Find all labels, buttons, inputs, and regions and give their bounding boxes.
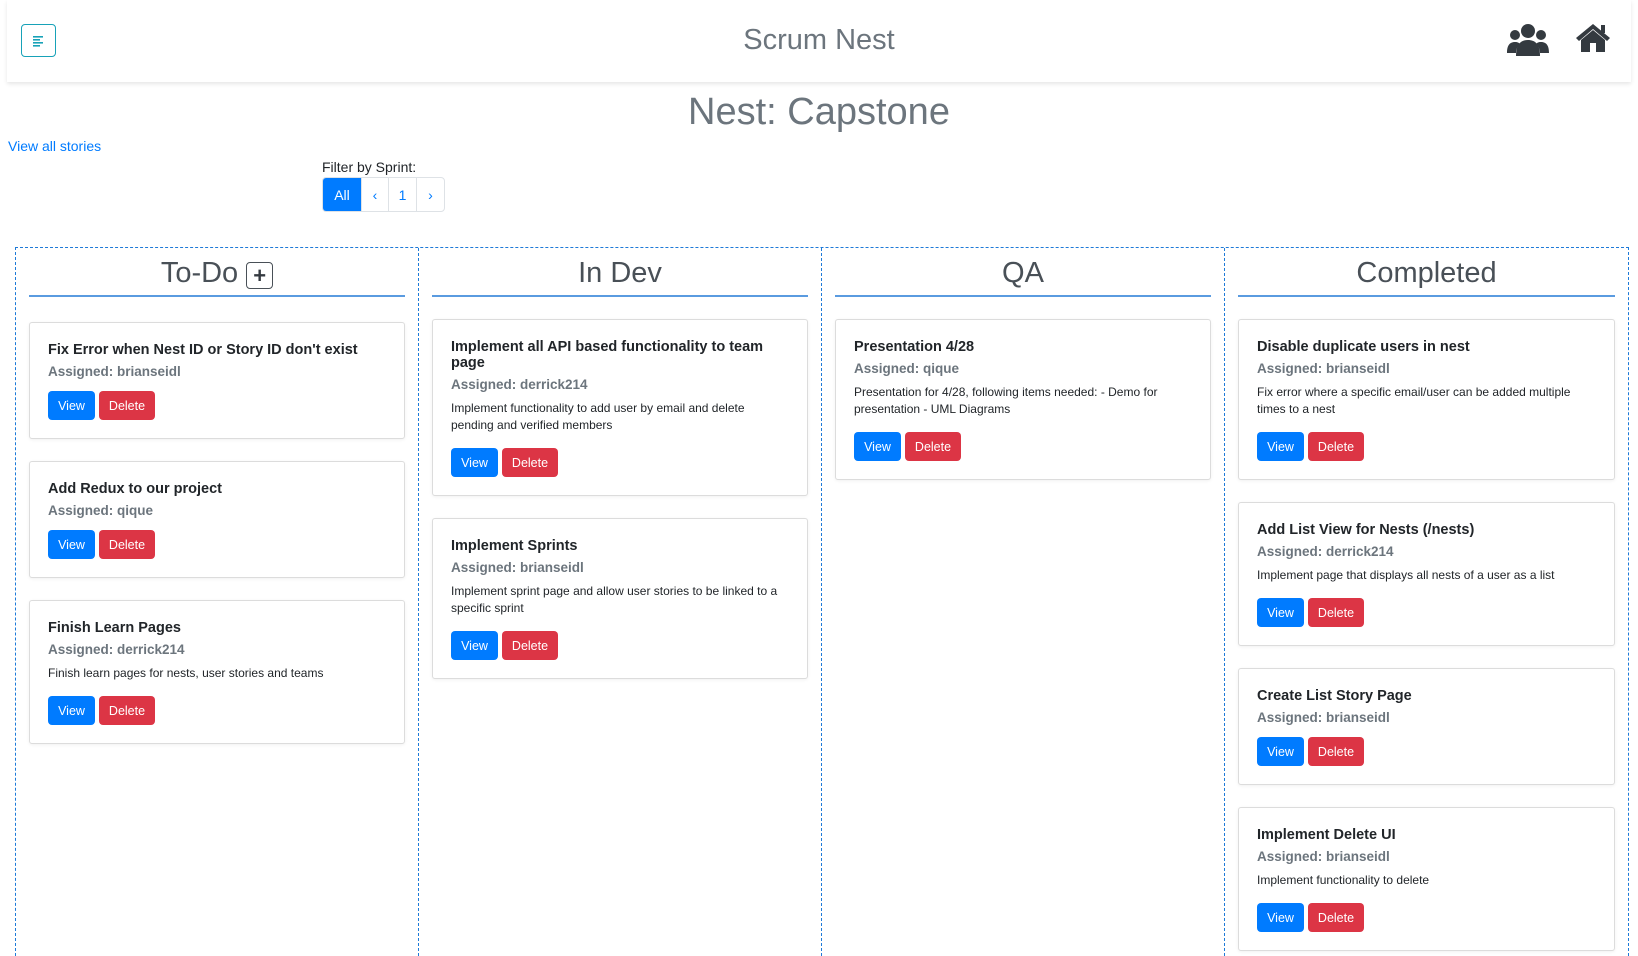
delete-story-button[interactable]: Delete (1308, 903, 1364, 932)
card-actions: View Delete (48, 530, 386, 559)
card-list: Fix Error when Nest ID or Story ID don't… (29, 297, 405, 744)
story-assignee: Assigned: brianseidl (1257, 710, 1390, 725)
card-actions: View Delete (1257, 432, 1596, 461)
story-title: Implement Sprints (451, 538, 578, 554)
card-actions: View Delete (1257, 598, 1596, 627)
story-description: Presentation for 4/28, following items n… (854, 385, 1158, 416)
home-icon[interactable] (1575, 22, 1611, 59)
column-header: To-Do + (29, 252, 405, 297)
story-card: Presentation 4/28 Assigned: qique Presenta… (835, 319, 1211, 480)
story-assignee: Assigned: brianseidl (1257, 361, 1390, 376)
story-title: Implement all API based functionality to… (451, 339, 764, 371)
card-actions: View Delete (1257, 903, 1596, 932)
column-header: In Dev (432, 252, 808, 297)
delete-story-button[interactable]: Delete (1308, 737, 1364, 766)
view-story-button[interactable]: View (1257, 737, 1304, 766)
story-title: Add List View for Nests (/nests) (1257, 522, 1475, 538)
view-story-button[interactable]: View (1257, 432, 1304, 461)
view-story-button[interactable]: View (1257, 903, 1304, 932)
view-story-button[interactable]: View (451, 631, 498, 660)
view-story-button[interactable]: View (451, 448, 498, 477)
view-story-button[interactable]: View (48, 530, 95, 559)
story-title: Add Redux to our project (48, 481, 222, 497)
story-title: Disable duplicate users in nest (1257, 339, 1470, 355)
add-story-button[interactable]: + (246, 262, 274, 289)
story-assignee: Assigned: qique (48, 503, 154, 518)
card-actions: View Delete (1257, 737, 1596, 766)
view-all-stories-link[interactable]: View all stories (8, 138, 101, 154)
delete-story-button[interactable]: Delete (99, 530, 155, 559)
story-title: Fix Error when Nest ID or Story ID don't… (48, 342, 358, 358)
view-story-button[interactable]: View (48, 696, 95, 725)
story-description: Implement functionality to delete (1257, 873, 1430, 887)
card-actions: View Delete (451, 448, 789, 477)
story-card: Add Redux to our project Assigned: qique V… (29, 461, 405, 578)
column-completed: Completed Disable duplicate users in nest… (1225, 248, 1628, 956)
story-assignee: Assigned: qique (854, 361, 960, 376)
delete-story-button[interactable]: Delete (502, 448, 558, 477)
card-actions: View Delete (854, 432, 1192, 461)
story-description: Fix error where a specific email/user ca… (1257, 385, 1571, 416)
sprint-page-1[interactable]: 1 (389, 178, 417, 211)
story-assignee: Assigned: derrick214 (451, 377, 588, 392)
sprint-next-button[interactable]: › (417, 178, 444, 211)
story-card: Implement Sprints Assigned: brianseidl Imp… (432, 518, 808, 679)
column-qa: QA Presentation 4/28 Assigned: qique Presen… (822, 248, 1225, 956)
story-card: Create List Story Page Assigned: briansei… (1238, 668, 1615, 785)
column-title: In Dev (578, 257, 662, 289)
delete-story-button[interactable]: Delete (1308, 598, 1364, 627)
navbar: Scrum Nest (7, 0, 1631, 82)
view-story-button[interactable]: View (48, 391, 95, 420)
story-description: Implement sprint page and allow user sto… (451, 584, 778, 615)
view-story-button[interactable]: View (854, 432, 901, 461)
story-assignee: Assigned: brianseidl (48, 364, 181, 379)
delete-story-button[interactable]: Delete (99, 696, 155, 725)
delete-story-button[interactable]: Delete (905, 432, 961, 461)
sprint-pagination: All ‹ 1 › (322, 177, 445, 212)
column-in-dev: In Dev Implement all API based functional… (419, 248, 822, 956)
delete-story-button[interactable]: Delete (1308, 432, 1364, 461)
story-title: Implement Delete UI (1257, 827, 1396, 843)
story-card: Disable duplicate users in nest Assigned:… (1238, 319, 1615, 480)
story-card: Implement all API based functionality to… (432, 319, 808, 496)
card-list: Presentation 4/28 Assigned: qique Presenta… (835, 297, 1211, 480)
sprint-all-button[interactable]: All (323, 178, 362, 211)
sprint-prev-button[interactable]: ‹ (362, 178, 389, 211)
story-description: Implement functionality to add user by e… (451, 401, 745, 432)
story-description: Finish learn pages for nests, user stori… (48, 666, 324, 680)
story-card: Finish Learn Pages Assigned: derrick214 Fi… (29, 600, 405, 744)
card-actions: View Delete (48, 696, 386, 725)
column-to-do: To-Do + Fix Error when Nest ID or Story ID… (16, 248, 419, 956)
column-header: Completed (1238, 252, 1615, 297)
card-actions: View Delete (451, 631, 789, 660)
delete-story-button[interactable]: Delete (502, 631, 558, 660)
card-actions: View Delete (48, 391, 386, 420)
story-title: Create List Story Page (1257, 688, 1412, 704)
story-card: Implement Delete UI Assigned: brianseidl I… (1238, 807, 1615, 951)
column-title: QA (1002, 257, 1044, 289)
story-assignee: Assigned: brianseidl (451, 560, 584, 575)
story-card: Add List View for Nests (/nests) Assigned… (1238, 502, 1615, 646)
view-story-button[interactable]: View (1257, 598, 1304, 627)
story-title: Presentation 4/28 (854, 339, 975, 355)
card-list: Implement all API based functionality to… (432, 297, 808, 679)
filter-label: Filter by Sprint: (322, 159, 417, 175)
story-assignee: Assigned: brianseidl (1257, 849, 1390, 864)
app-title: Scrum Nest (743, 24, 895, 56)
column-title: Completed (1356, 257, 1497, 289)
story-assignee: Assigned: derrick214 (1257, 544, 1394, 559)
kanban-board: To-Do + Fix Error when Nest ID or Story ID… (15, 247, 1629, 956)
page-title: Nest: Capstone (688, 91, 950, 133)
column-header: QA (835, 252, 1211, 297)
story-assignee: Assigned: derrick214 (48, 642, 185, 657)
story-description: Implement page that displays all nests o… (1257, 568, 1555, 582)
column-title: To-Do (160, 257, 239, 289)
story-title: Finish Learn Pages (48, 620, 181, 636)
story-card: Fix Error when Nest ID or Story ID don't… (29, 322, 405, 439)
card-list: Disable duplicate users in nest Assigned:… (1238, 297, 1615, 951)
users-icon[interactable] (1507, 22, 1549, 65)
delete-story-button[interactable]: Delete (99, 391, 155, 420)
